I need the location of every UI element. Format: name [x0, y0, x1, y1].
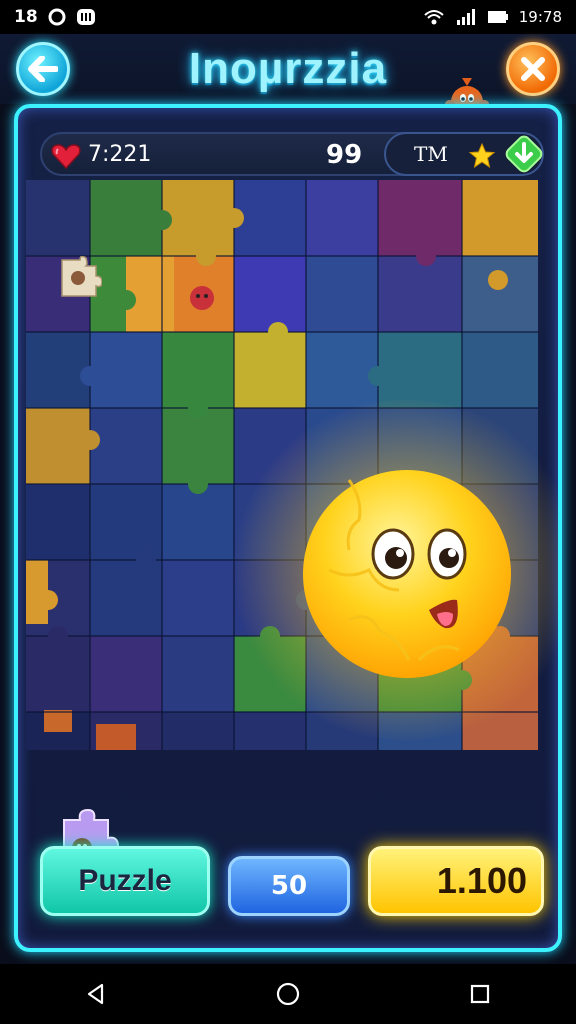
game-panel: 7:221 99 TM Puzzle 50 1.100 [14, 104, 562, 952]
game-title: Inoµrzzia [188, 44, 388, 93]
puzzle-board[interactable] [26, 180, 558, 871]
battery-icon [487, 8, 509, 26]
reward-pill: TM [384, 132, 544, 176]
status-time-left: 18 [14, 7, 38, 27]
close-x-icon [521, 57, 545, 81]
heart-icon [51, 144, 81, 170]
info-bar: 7:221 99 TM [40, 132, 544, 176]
back-button[interactable] [16, 42, 70, 96]
status-bar: 18 19:78 [0, 0, 576, 34]
notification-o-icon [48, 8, 66, 26]
puzzle-button-label: Puzzle [78, 864, 172, 897]
nav-recents-icon [470, 984, 490, 1004]
green-down-arrow-icon [505, 135, 543, 173]
timer-text: 7:221 [88, 142, 152, 167]
coins-button-label: 1.100 [436, 860, 527, 901]
status-right: 19:78 [423, 8, 562, 26]
nav-back-button[interactable] [76, 974, 116, 1014]
smiley-puzzle-piece[interactable] [289, 460, 517, 688]
nav-home-icon [276, 982, 300, 1006]
signal-icon [455, 8, 477, 26]
star-icon [468, 142, 496, 169]
nav-back-icon [87, 983, 104, 1005]
status-left: 18 [14, 7, 96, 27]
download-button[interactable] [504, 134, 544, 174]
score-button-label: 50 [270, 871, 308, 901]
coins-button[interactable]: 1.100 [368, 846, 544, 916]
top-header: Inoµrzzia [0, 34, 576, 125]
moves-count: 99 [326, 140, 363, 170]
nav-home-button[interactable] [268, 974, 308, 1014]
loose-puzzle-piece[interactable] [56, 256, 102, 300]
puzzle-button[interactable]: Puzzle [40, 846, 210, 916]
nav-recents-button[interactable] [460, 974, 500, 1014]
reward-label: TM [414, 142, 448, 166]
system-nav-bar [0, 964, 576, 1024]
arrow-left-icon [28, 56, 58, 82]
close-button[interactable] [506, 42, 560, 96]
wifi-icon [423, 8, 445, 26]
notification-app-icon [76, 8, 96, 26]
score-button[interactable]: 50 [228, 856, 350, 916]
status-time-right: 19:78 [518, 8, 562, 26]
